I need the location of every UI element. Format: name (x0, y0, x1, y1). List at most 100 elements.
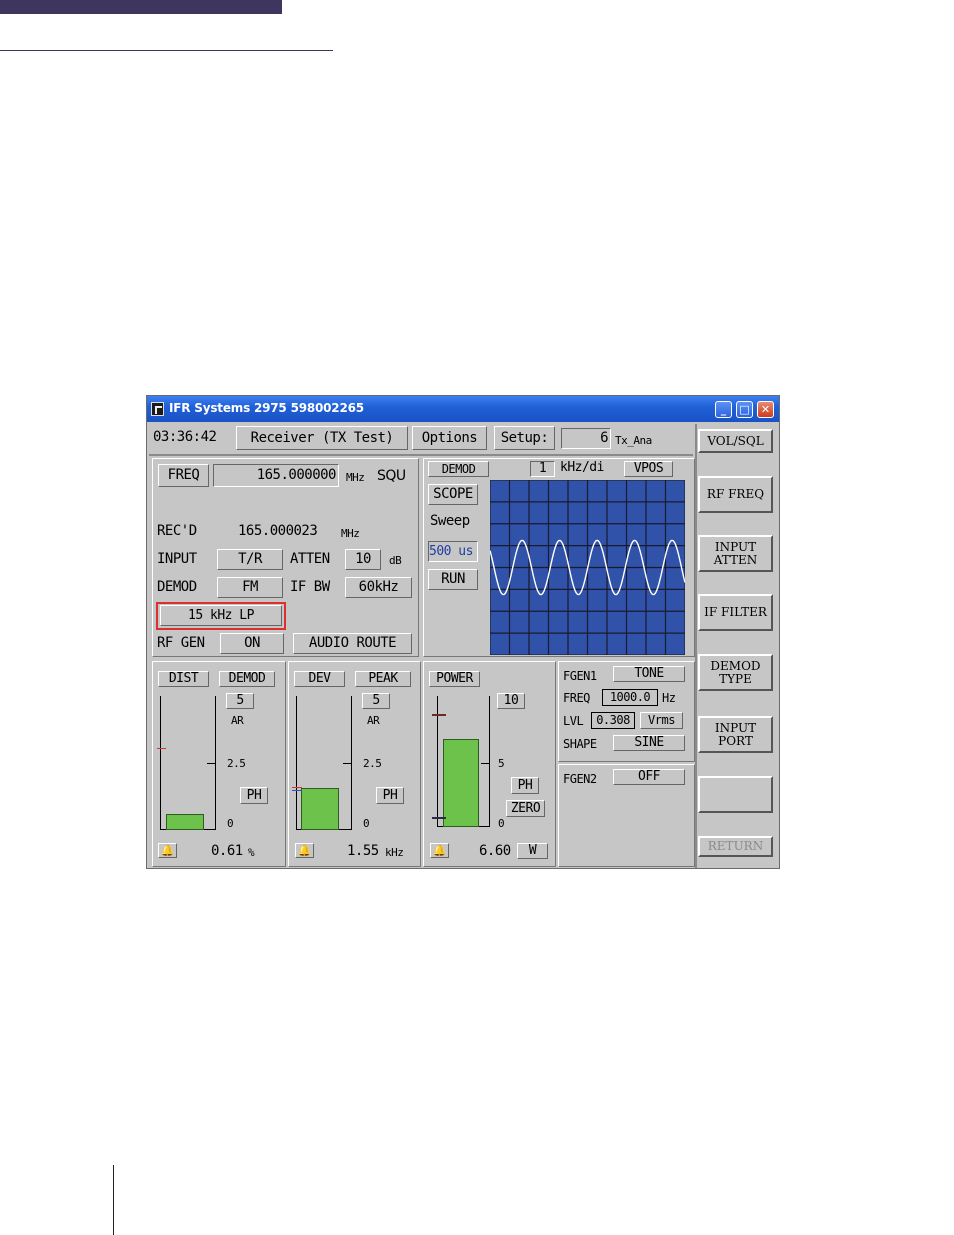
audio-route-button[interactable]: AUDIO ROUTE (293, 633, 412, 654)
power-unit-button[interactable]: W (517, 843, 548, 859)
fgen2-mode-selector[interactable]: OFF (613, 769, 685, 785)
instrument-window: IFR Systems 2975 598002265 _ □ ✕ 03:36:4… (146, 395, 780, 869)
mode-selector[interactable]: Receiver (TX Test) (236, 426, 408, 450)
rf-gen-label: RF GEN (157, 635, 205, 651)
scope-scale-unit: kHz/di (560, 460, 604, 475)
power-alarm-bell-icon[interactable]: 🔔 (430, 843, 449, 858)
fgen1-mode-selector[interactable]: TONE (613, 666, 685, 682)
input-atten-label-2: ATTEN (713, 552, 758, 567)
scope-display (490, 480, 685, 655)
dev-range-top[interactable]: 5 (362, 693, 390, 709)
if-filter-softkey[interactable]: IF FILTER (698, 594, 773, 631)
dev-marker-blue (292, 790, 302, 791)
dist-button[interactable]: DIST (158, 671, 209, 687)
page-header-bar (0, 0, 282, 14)
atten-unit: dB (389, 554, 402, 567)
dev-peak-hold[interactable]: PH (376, 787, 404, 804)
received-freq-unit: MHz (341, 527, 360, 540)
setup-number-field[interactable]: 6 (561, 428, 611, 449)
vol-sql-softkey[interactable]: VOL/SQL (698, 429, 773, 453)
dev-value: 1.55 (347, 843, 379, 859)
dist-value: 0.61 (211, 843, 243, 859)
input-selector[interactable]: T/R (217, 549, 283, 570)
dist-alarm-bell-icon[interactable]: 🔔 (158, 843, 177, 858)
squelch-indicator: SQU (377, 468, 406, 484)
atten-label: ATTEN (290, 551, 330, 567)
fgen1-freq-unit: Hz (662, 691, 676, 705)
fgen1-freq-field[interactable]: 1000.0 (602, 689, 658, 706)
audio-filter-selector[interactable]: 15 kHz LP (160, 605, 282, 626)
demod-type-softkey[interactable]: DEMOD TYPE (698, 654, 773, 691)
maximize-button[interactable]: □ (736, 401, 753, 418)
atten-selector[interactable]: 10 (345, 549, 381, 570)
power-zero-button[interactable]: ZERO (506, 800, 545, 817)
demod-label: DEMOD (157, 579, 197, 595)
return-softkey[interactable]: RETURN (698, 836, 773, 857)
power-mid-label: 5 (498, 757, 505, 770)
power-button[interactable]: POWER (429, 671, 480, 687)
return-label: RETURN (707, 839, 764, 853)
power-bar-fill (443, 739, 479, 827)
scope-scale-field[interactable]: 1 (530, 461, 555, 477)
dev-autorange: AR (367, 714, 380, 727)
dist-mode-button[interactable]: DEMOD (219, 671, 275, 687)
minimize-button[interactable]: _ (715, 401, 732, 418)
fgen1-level-label: LVL (563, 714, 584, 728)
power-mid-tick (481, 763, 490, 764)
freq-unit: MHz (346, 471, 365, 484)
input-atten-softkey[interactable]: INPUT ATTEN (698, 535, 773, 572)
scope-mode-button[interactable]: SCOPE (428, 484, 478, 505)
dev-zero-label: 0 (363, 817, 370, 830)
scope-demod-button[interactable]: DEMOD (428, 461, 489, 477)
dist-zero-label: 0 (227, 817, 234, 830)
fgen1-level-field[interactable]: 0.308 (591, 712, 635, 729)
power-max-marker (432, 714, 446, 716)
power-peak-hold[interactable]: PH (511, 777, 539, 794)
dist-bar-fill (166, 814, 204, 830)
dev-unit: kHz (385, 846, 404, 859)
fgen1-label: FGEN1 (563, 669, 597, 683)
rf-freq-softkey[interactable]: RF FREQ (698, 476, 773, 513)
clock-time: 03:36:42 (153, 429, 217, 445)
page-margin-rule (113, 1165, 114, 1235)
if-filter-label: IF FILTER (704, 605, 767, 619)
window-title: IFR Systems 2975 598002265 (169, 401, 364, 415)
if-bw-label: IF BW (290, 579, 330, 595)
run-button[interactable]: RUN (428, 569, 478, 590)
input-atten-label-1: INPUT (714, 539, 757, 554)
if-bw-selector[interactable]: 60kHz (345, 577, 412, 598)
input-port-softkey[interactable]: INPUT PORT (698, 716, 773, 753)
fgen1-level-unit[interactable]: Vrms (640, 712, 683, 729)
power-range-top[interactable]: 10 (497, 693, 525, 709)
fgen1-shape-label: SHAPE (563, 737, 597, 751)
rf-gen-toggle[interactable]: ON (220, 633, 284, 654)
dist-mid-tick (207, 763, 216, 764)
dist-range-top[interactable]: 5 (226, 693, 254, 709)
title-bar[interactable]: IFR Systems 2975 598002265 _ □ ✕ (147, 396, 779, 422)
sweep-label: Sweep (430, 513, 470, 529)
softkey-separator (695, 424, 697, 868)
dist-marker (157, 748, 166, 749)
demod-selector[interactable]: FM (217, 577, 283, 598)
dev-mode-button[interactable]: PEAK (355, 671, 411, 687)
dev-alarm-bell-icon[interactable]: 🔔 (295, 843, 314, 858)
dev-button[interactable]: DEV (294, 671, 345, 687)
fgen2-label: FGEN2 (563, 772, 597, 786)
fgen1-shape-selector[interactable]: SINE (613, 735, 685, 751)
vpos-button[interactable]: VPOS (624, 461, 673, 477)
dist-peak-hold[interactable]: PH (240, 787, 268, 804)
input-port-label-1: INPUT (714, 720, 757, 735)
demod-type-label-2: TYPE (719, 671, 752, 686)
power-min-marker (432, 817, 446, 819)
dev-marker-red (292, 787, 302, 788)
freq-value-field[interactable]: 165.000000 (213, 464, 339, 487)
input-port-label-2: PORT (718, 733, 753, 748)
freq-button[interactable]: FREQ (158, 464, 209, 487)
setup-button[interactable]: Setup: (494, 426, 555, 450)
dev-mid-label: 2.5 (363, 757, 382, 770)
close-button[interactable]: ✕ (757, 401, 774, 418)
sweep-field[interactable]: 500 us (428, 541, 478, 562)
blank-softkey[interactable] (698, 776, 773, 813)
options-button[interactable]: Options (412, 426, 487, 450)
dist-autorange: AR (231, 714, 244, 727)
